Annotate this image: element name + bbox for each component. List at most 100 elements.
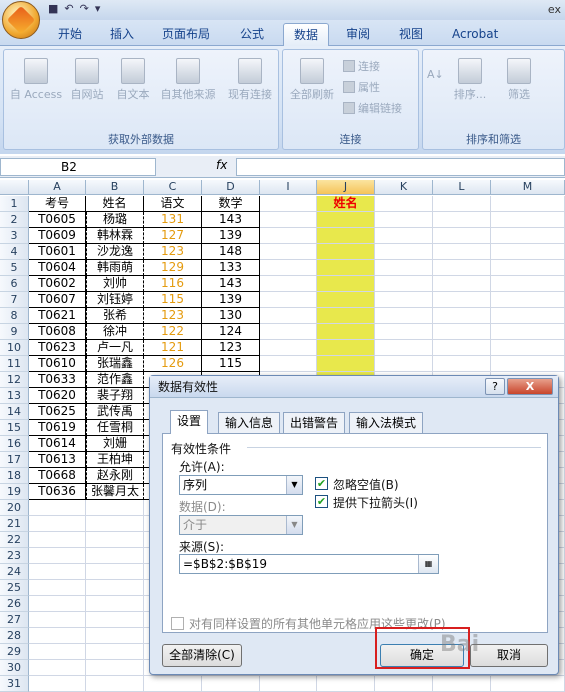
row-header[interactable]: 7 [0, 292, 29, 308]
row-header[interactable]: 13 [0, 388, 29, 404]
dropdown-checkbox[interactable]: ✔ [315, 495, 328, 508]
row-header[interactable]: 5 [0, 260, 29, 276]
clear-all-button[interactable]: 全部清除(C) [162, 644, 242, 667]
cell-m9[interactable] [491, 324, 565, 340]
cell-b1[interactable]: 姓名 [86, 196, 144, 212]
cell-b3[interactable]: 韩林霖 [86, 228, 144, 244]
cell-b13[interactable]: 裴子翔 [86, 388, 144, 404]
cell-i2[interactable] [260, 212, 317, 228]
cell-a20[interactable] [29, 500, 86, 516]
cell-b8[interactable]: 张希 [86, 308, 144, 324]
cell-a30[interactable] [29, 660, 86, 676]
cell-k2[interactable] [375, 212, 433, 228]
cell-k8[interactable] [375, 308, 433, 324]
cell-i1[interactable] [260, 196, 317, 212]
column-header-k[interactable]: K [375, 180, 433, 195]
row-header[interactable]: 3 [0, 228, 29, 244]
redo-icon[interactable]: ↷ [80, 2, 89, 15]
cell-i3[interactable] [260, 228, 317, 244]
cell-l11[interactable] [433, 356, 491, 372]
cell-m6[interactable] [491, 276, 565, 292]
row-header[interactable]: 6 [0, 276, 29, 292]
tab-input-message[interactable]: 输入信息 [218, 412, 281, 433]
cell-j2[interactable] [317, 212, 375, 228]
cell-c10[interactable]: 121 [144, 340, 202, 356]
cell-d4[interactable]: 148 [202, 244, 260, 260]
refresh-all-button[interactable]: 全部刷新 [287, 58, 337, 102]
cell-b28[interactable] [86, 628, 144, 644]
cell-c11[interactable]: 126 [144, 356, 202, 372]
cell-m4[interactable] [491, 244, 565, 260]
cell-a14[interactable]: T0625 [29, 404, 86, 420]
cell-a31[interactable] [29, 676, 86, 692]
cell-m3[interactable] [491, 228, 565, 244]
cell-a4[interactable]: T0601 [29, 244, 86, 260]
cell-k31[interactable] [375, 676, 433, 692]
cell-b15[interactable]: 任雪桐 [86, 420, 144, 436]
edit-links-button[interactable]: 编辑链接 [343, 100, 402, 116]
cell-a3[interactable]: T0609 [29, 228, 86, 244]
cell-b11[interactable]: 张瑞鑫 [86, 356, 144, 372]
row-header[interactable]: 11 [0, 356, 29, 372]
row-header[interactable]: 31 [0, 676, 29, 692]
row-header[interactable]: 12 [0, 372, 29, 388]
cell-b2[interactable]: 杨璐 [86, 212, 144, 228]
cell-m5[interactable] [491, 260, 565, 276]
from-access-button[interactable]: 自 Access [8, 58, 64, 102]
customize-icon[interactable]: ▾ [95, 2, 101, 15]
cell-a26[interactable] [29, 596, 86, 612]
cell-m7[interactable] [491, 292, 565, 308]
tab-review[interactable]: 审阅 [336, 23, 380, 46]
cell-b26[interactable] [86, 596, 144, 612]
column-header-i[interactable]: I [260, 180, 317, 195]
tab-formulas[interactable]: 公式 [230, 23, 274, 46]
cell-c1[interactable]: 语文 [144, 196, 202, 212]
cell-b25[interactable] [86, 580, 144, 596]
save-icon[interactable]: ■ [48, 2, 58, 15]
cell-a15[interactable]: T0619 [29, 420, 86, 436]
select-all-corner[interactable] [0, 180, 29, 195]
cell-j1[interactable]: 姓名 [317, 196, 375, 212]
cell-l7[interactable] [433, 292, 491, 308]
properties-button[interactable]: 属性 [343, 79, 380, 95]
cell-a19[interactable]: T0636 [29, 484, 86, 500]
cell-a7[interactable]: T0607 [29, 292, 86, 308]
existing-connections-button[interactable]: 现有连接 [222, 58, 278, 102]
row-header[interactable]: 9 [0, 324, 29, 340]
cell-m11[interactable] [491, 356, 565, 372]
help-button[interactable]: ? [485, 378, 505, 395]
cell-b7[interactable]: 刘钰婷 [86, 292, 144, 308]
column-header-d[interactable]: D [202, 180, 260, 195]
cell-a24[interactable] [29, 564, 86, 580]
row-header[interactable]: 28 [0, 628, 29, 644]
row-header[interactable]: 23 [0, 548, 29, 564]
ignore-blank-checkbox[interactable]: ✔ [315, 477, 328, 490]
cell-i6[interactable] [260, 276, 317, 292]
allow-select[interactable]: 序列 ▼ [179, 475, 303, 495]
cell-m1[interactable] [491, 196, 565, 212]
cell-a16[interactable]: T0614 [29, 436, 86, 452]
cell-c4[interactable]: 123 [144, 244, 202, 260]
cell-a27[interactable] [29, 612, 86, 628]
cell-a18[interactable]: T0668 [29, 468, 86, 484]
cell-l5[interactable] [433, 260, 491, 276]
row-header[interactable]: 10 [0, 340, 29, 356]
cell-b21[interactable] [86, 516, 144, 532]
cell-i4[interactable] [260, 244, 317, 260]
tab-ime-mode[interactable]: 输入法模式 [349, 412, 424, 433]
from-other-sources-button[interactable]: 自其他来源 [156, 58, 220, 102]
cell-d7[interactable]: 139 [202, 292, 260, 308]
cell-j10[interactable] [317, 340, 375, 356]
row-header[interactable]: 25 [0, 580, 29, 596]
cell-d5[interactable]: 133 [202, 260, 260, 276]
office-button[interactable] [2, 1, 40, 39]
cell-b18[interactable]: 赵永刚 [86, 468, 144, 484]
undo-icon[interactable]: ↶ [64, 2, 73, 15]
row-header[interactable]: 29 [0, 644, 29, 660]
cell-d31[interactable] [202, 676, 260, 692]
cell-l8[interactable] [433, 308, 491, 324]
cell-b19[interactable]: 张馨月太 [86, 484, 144, 500]
cell-b12[interactable]: 范作鑫 [86, 372, 144, 388]
cell-j4[interactable] [317, 244, 375, 260]
cell-b5[interactable]: 韩雨萌 [86, 260, 144, 276]
